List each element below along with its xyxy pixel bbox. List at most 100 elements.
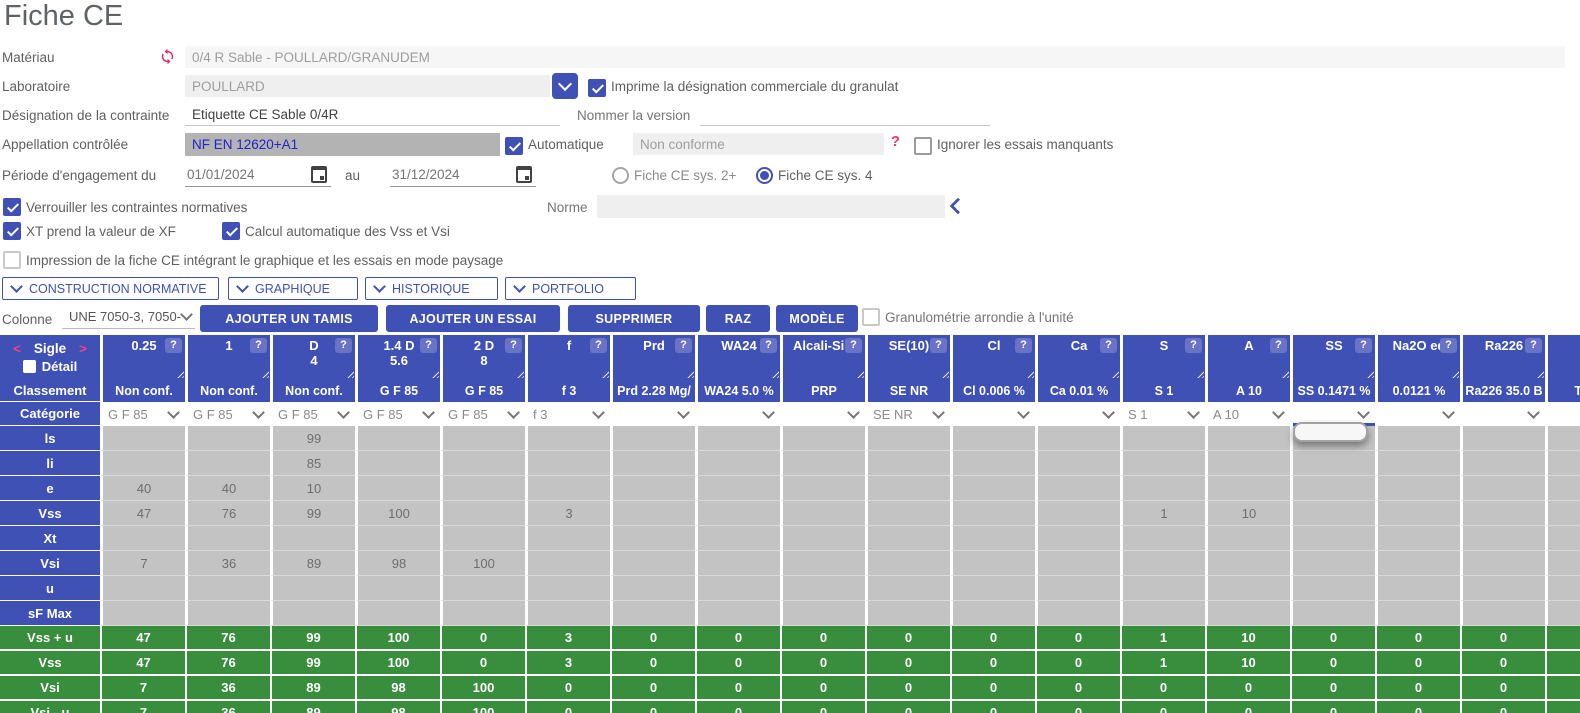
value-cell[interactable] (100, 576, 185, 601)
value-cell[interactable] (270, 526, 355, 551)
value-cell[interactable] (950, 601, 1035, 626)
value-cell[interactable] (1035, 451, 1120, 476)
categorie-select[interactable]: G F 85 (440, 402, 525, 426)
value-cell[interactable] (1460, 426, 1545, 451)
norme-field[interactable] (597, 195, 945, 218)
calendar-icon[interactable] (516, 166, 532, 183)
value-cell[interactable] (780, 451, 865, 476)
value-cell[interactable]: 10 (1205, 501, 1290, 526)
raz-button[interactable]: RAZ (706, 305, 770, 332)
value-cell[interactable] (780, 501, 865, 526)
nommer-version-field[interactable] (700, 104, 990, 126)
value-cell[interactable] (1205, 551, 1290, 576)
construction-normative-button[interactable]: CONSTRUCTION NORMATIVE (2, 277, 219, 300)
value-cell[interactable] (950, 426, 1035, 451)
value-cell[interactable] (1035, 601, 1120, 626)
column-header-a[interactable]: A? (1205, 335, 1290, 379)
value-cell[interactable] (1120, 451, 1205, 476)
value-cell[interactable]: 100 (440, 551, 525, 576)
value-cell[interactable] (355, 451, 440, 476)
column-header-prd[interactable]: Prd? (610, 335, 695, 379)
resize-handle-icon[interactable] (175, 369, 184, 378)
value-cell[interactable] (270, 601, 355, 626)
value-cell[interactable]: 98 (355, 551, 440, 576)
help-icon[interactable]: ? (845, 338, 862, 353)
value-cell[interactable] (355, 601, 440, 626)
ajouter-essai-button[interactable]: AJOUTER UN ESSAI (386, 305, 560, 332)
xt-checkbox[interactable] (3, 222, 21, 240)
categorie-select[interactable]: S 1 (1120, 402, 1205, 426)
resize-handle-icon[interactable] (430, 369, 439, 378)
column-header-1[interactable]: 1? (185, 335, 270, 379)
verrouiller-checkbox[interactable] (3, 198, 21, 216)
resize-handle-icon[interactable] (1280, 369, 1289, 378)
value-cell[interactable] (1035, 551, 1120, 576)
value-cell[interactable] (695, 501, 780, 526)
value-cell[interactable] (1375, 576, 1460, 601)
value-cell[interactable]: 1 (1120, 501, 1205, 526)
help-icon[interactable]: ? (505, 338, 522, 353)
calendar-icon[interactable] (311, 166, 327, 183)
value-cell[interactable] (1545, 476, 1580, 501)
value-cell[interactable] (780, 576, 865, 601)
value-cell[interactable] (695, 426, 780, 451)
value-cell[interactable]: 99 (270, 426, 355, 451)
value-cell[interactable] (610, 601, 695, 626)
resize-handle-icon[interactable] (1110, 369, 1119, 378)
resize-handle-icon[interactable] (855, 369, 864, 378)
categorie-select[interactable] (1375, 402, 1460, 426)
value-cell[interactable] (355, 576, 440, 601)
value-cell[interactable] (1290, 451, 1375, 476)
value-cell[interactable]: 10 (270, 476, 355, 501)
value-cell[interactable] (1375, 476, 1460, 501)
categorie-select[interactable] (610, 402, 695, 426)
value-cell[interactable] (610, 476, 695, 501)
granulometrie-checkbox[interactable] (862, 308, 880, 326)
value-cell[interactable] (100, 426, 185, 451)
value-cell[interactable]: 40 (100, 476, 185, 501)
categorie-select[interactable] (950, 402, 1035, 426)
value-cell[interactable] (525, 476, 610, 501)
categorie-select[interactable]: G F 85 (270, 402, 355, 426)
value-cell[interactable] (1120, 576, 1205, 601)
value-cell[interactable]: 47 (100, 501, 185, 526)
resize-handle-icon[interactable] (685, 369, 694, 378)
value-cell[interactable] (440, 601, 525, 626)
value-cell[interactable] (1205, 526, 1290, 551)
sync-icon[interactable] (159, 48, 176, 70)
value-cell[interactable] (525, 426, 610, 451)
help-icon[interactable]: ? (1440, 338, 1457, 353)
value-cell[interactable] (865, 526, 950, 551)
value-cell[interactable] (185, 451, 270, 476)
value-cell[interactable] (1035, 476, 1120, 501)
help-icon[interactable]: ? (1185, 338, 1202, 353)
help-icon[interactable]: ? (1015, 338, 1032, 353)
value-cell[interactable] (1375, 426, 1460, 451)
value-cell[interactable] (1375, 501, 1460, 526)
categorie-select[interactable] (695, 402, 780, 426)
value-cell[interactable] (525, 451, 610, 476)
value-cell[interactable] (865, 476, 950, 501)
value-cell[interactable] (1290, 526, 1375, 551)
value-cell[interactable] (1120, 476, 1205, 501)
value-cell[interactable] (1375, 601, 1460, 626)
value-cell[interactable] (865, 576, 950, 601)
value-cell[interactable] (100, 451, 185, 476)
periode-du-field[interactable]: 01/01/2024 (185, 163, 331, 187)
value-cell[interactable] (780, 476, 865, 501)
column-header-wa24[interactable]: WA24? (695, 335, 780, 379)
help-icon[interactable]: ? (420, 338, 437, 353)
value-cell[interactable]: 99 (270, 501, 355, 526)
value-cell[interactable] (1205, 451, 1290, 476)
column-header-cl[interactable]: Cl? (950, 335, 1035, 379)
value-cell[interactable] (950, 451, 1035, 476)
calcul-checkbox[interactable] (222, 222, 240, 240)
help-icon[interactable]: ? (165, 338, 182, 353)
resize-handle-icon[interactable] (940, 369, 949, 378)
value-cell[interactable] (1545, 551, 1580, 576)
value-cell[interactable] (1460, 451, 1545, 476)
resize-handle-icon[interactable] (1535, 369, 1544, 378)
modele-button[interactable]: MODÈLE (776, 305, 858, 332)
value-cell[interactable] (1375, 451, 1460, 476)
prev-sigle-icon[interactable]: < (13, 341, 21, 356)
